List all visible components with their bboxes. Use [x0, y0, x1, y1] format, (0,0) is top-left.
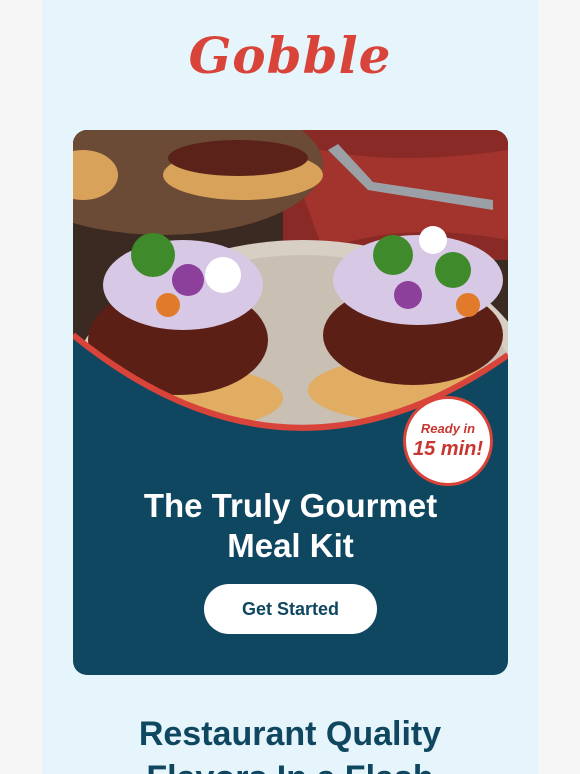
badge-line1: Ready in — [420, 421, 476, 436]
badge-line2: 15 min! — [412, 438, 484, 460]
hero-headline: The Truly Gourmet Meal Kit — [73, 486, 508, 566]
headline-line1: The Truly Gourmet — [143, 487, 438, 524]
ready-time-badge: Ready in 15 min! — [403, 396, 493, 486]
gobble-logo[interactable]: Gobble — [42, 26, 538, 85]
get-started-button[interactable]: Get Started — [204, 584, 377, 634]
section-subhead: Restaurant Quality Flavors In a Flash — [42, 712, 538, 774]
subhead-line1: Restaurant Quality — [138, 715, 442, 753]
subhead-line2: Flavors In a Flash — [42, 756, 538, 774]
hero-card: Ready in 15 min! The Truly Gourmet Meal … — [73, 130, 508, 675]
email-body: Gobble Ready in 15 min! The Truly Gourme… — [42, 0, 538, 774]
headline-line2: Meal Kit — [227, 527, 354, 564]
